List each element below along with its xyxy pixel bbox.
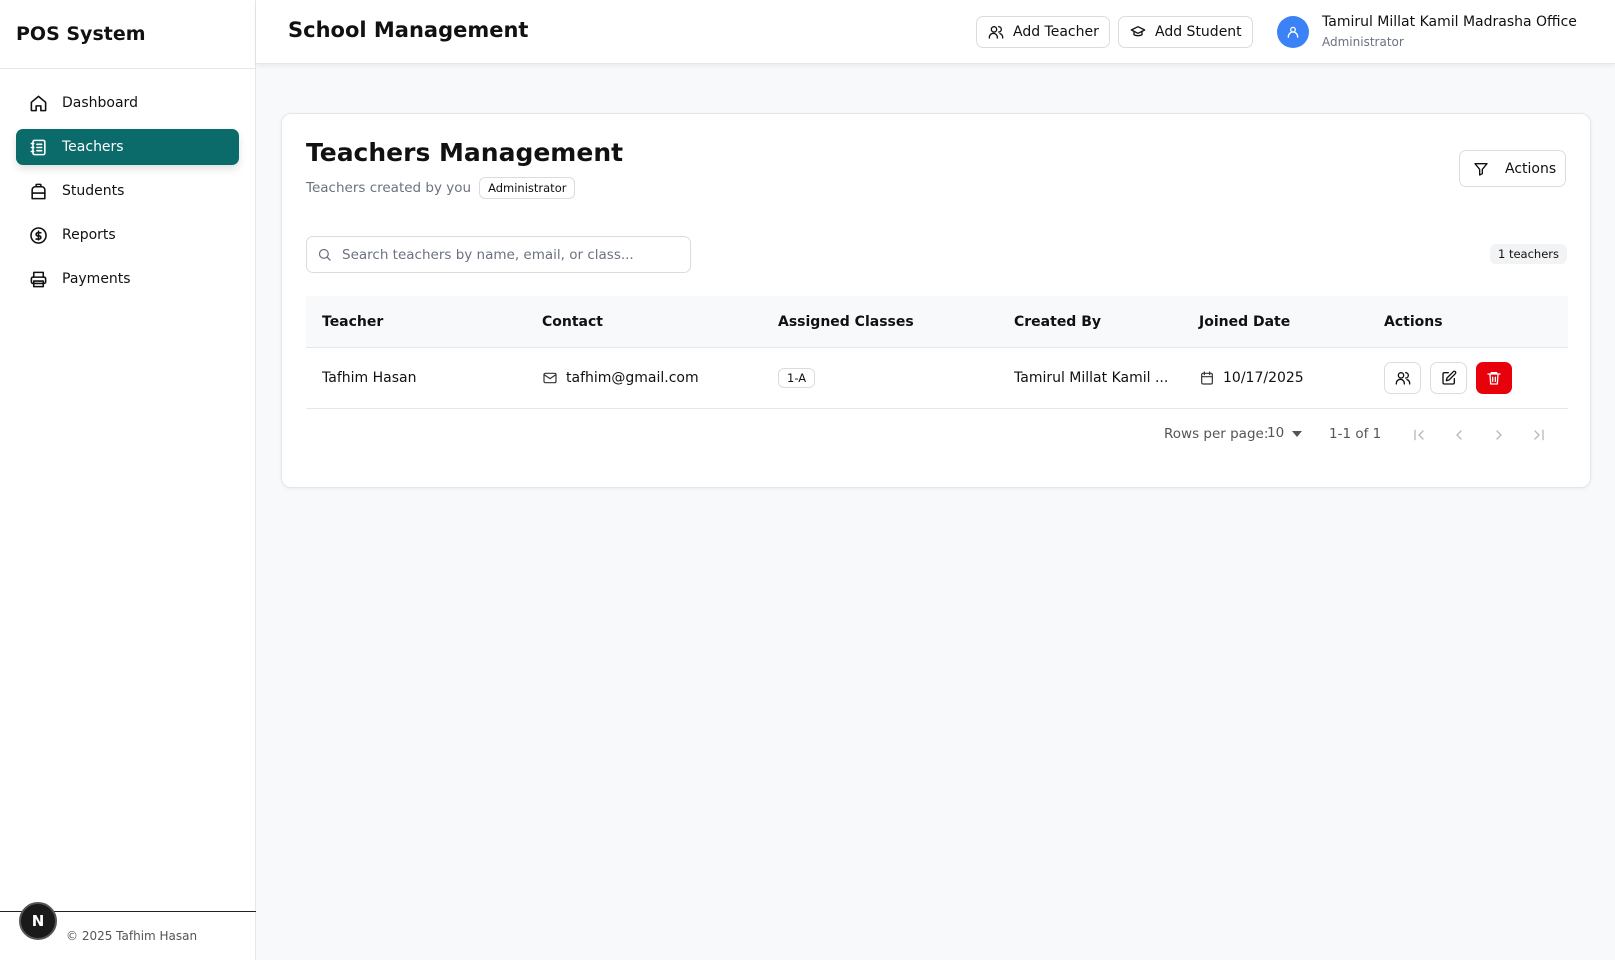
search-input[interactable] — [342, 246, 672, 263]
sidebar-item-label: Reports — [62, 227, 116, 243]
backpack-icon — [28, 181, 48, 201]
sidebar-item-dashboard[interactable]: Dashboard — [16, 85, 239, 121]
teacher-count-badge: 1 teachers — [1490, 244, 1568, 264]
last-page-icon — [1534, 429, 1544, 441]
rows-per-page-label: Rows per page: — [1164, 426, 1269, 442]
column-header[interactable]: Assigned Classes — [778, 314, 1014, 330]
card-subtitle: Teachers created by you Administrator — [306, 177, 576, 199]
pagination: Rows per page: 10 1-1 of 1 — [282, 419, 1592, 449]
table-header: Teacher Contact Assigned Classes Created… — [306, 296, 1568, 348]
card-subtitle-text: Teachers created by you — [306, 180, 472, 196]
mail-icon — [542, 370, 558, 386]
teacher-name: Tafhim Hasan — [322, 370, 417, 386]
first-page-icon — [1414, 429, 1424, 441]
sidebar-item-reports[interactable]: Reports — [16, 217, 239, 253]
chevron-left-icon — [1456, 430, 1462, 440]
user-icon — [1287, 26, 1299, 38]
column-header[interactable]: Created By — [1014, 314, 1199, 330]
contact-email: tafhim@gmail.com — [566, 370, 699, 386]
next-page-button[interactable] — [1487, 423, 1511, 447]
sidebar-nav: Dashboard Teachers Students Reports Paym… — [0, 69, 255, 297]
class-badge: 1-A — [778, 368, 816, 388]
rows-per-page-select[interactable]: 10 — [1267, 425, 1303, 441]
brand-title: POS System — [0, 0, 255, 69]
caret-down-icon — [1292, 425, 1303, 441]
rows-per-page-value: 10 — [1267, 425, 1285, 441]
printer-icon — [28, 269, 48, 289]
user-name: Tamirul Millat Kamil Madrasha Office — [1322, 14, 1577, 30]
actions-label: Actions — [1505, 160, 1557, 177]
delete-button[interactable] — [1476, 362, 1512, 394]
sidebar-item-students[interactable]: Students — [16, 173, 239, 209]
joined-date-cell: 10/17/2025 — [1199, 370, 1384, 386]
contact-cell: tafhim@gmail.com — [542, 370, 778, 386]
dollar-circle-icon — [28, 225, 48, 245]
top-header: School Management Add Teacher Add Studen… — [256, 0, 1615, 64]
avatar[interactable] — [1277, 16, 1309, 48]
actions-button[interactable]: Actions — [1459, 150, 1566, 187]
search-icon — [317, 247, 332, 262]
table-row: Tafhim Hasan tafhim@gmail.com 1-A Tamiru… — [306, 348, 1568, 409]
card-title: Teachers Management — [306, 138, 624, 167]
graduation-cap-icon — [1130, 24, 1146, 40]
search-box — [306, 236, 691, 273]
prev-page-button[interactable] — [1447, 423, 1471, 447]
joined-date: 10/17/2025 — [1223, 370, 1304, 386]
row-actions — [1384, 362, 1568, 394]
users-icon — [988, 24, 1004, 40]
notebook-icon — [28, 137, 48, 157]
users-icon — [1395, 372, 1410, 385]
home-icon — [28, 93, 48, 113]
calendar-icon — [1199, 370, 1215, 386]
first-page-button[interactable] — [1407, 423, 1431, 447]
page-title: School Management — [288, 18, 529, 42]
chevron-right-icon — [1496, 430, 1502, 440]
column-header[interactable]: Teacher — [306, 314, 542, 330]
add-teacher-label: Add Teacher — [1013, 24, 1099, 40]
edit-button[interactable] — [1430, 362, 1467, 394]
page-range: 1-1 of 1 — [1329, 426, 1382, 442]
dev-tools-badge[interactable]: N — [19, 902, 57, 940]
assigned-classes-cell: 1-A — [778, 368, 1014, 388]
sidebar: POS System Dashboard Teachers Students R… — [0, 0, 256, 960]
filter-icon — [1473, 161, 1489, 177]
teachers-table: Teacher Contact Assigned Classes Created… — [306, 296, 1568, 409]
user-role: Administrator — [1322, 35, 1404, 49]
sidebar-item-label: Payments — [62, 271, 131, 287]
edit-icon — [1441, 370, 1456, 385]
teachers-card: Teachers Management Teachers created by … — [281, 113, 1591, 488]
sidebar-item-label: Teachers — [62, 139, 124, 155]
last-page-button[interactable] — [1527, 423, 1551, 447]
sidebar-item-teachers[interactable]: Teachers — [16, 129, 239, 165]
sidebar-item-payments[interactable]: Payments — [16, 261, 239, 297]
column-header: Actions — [1384, 313, 1443, 330]
add-teacher-button[interactable]: Add Teacher — [976, 16, 1110, 48]
column-header[interactable]: Contact — [542, 314, 778, 330]
sidebar-item-label: Students — [62, 183, 125, 199]
created-by: Tamirul Millat Kamil ... — [1014, 370, 1169, 386]
role-badge: Administrator — [479, 177, 576, 199]
column-header[interactable]: Joined Date — [1199, 314, 1384, 330]
assign-classes-button[interactable] — [1384, 362, 1421, 394]
sidebar-item-label: Dashboard — [62, 95, 138, 111]
add-student-button[interactable]: Add Student — [1118, 16, 1253, 48]
trash-icon — [1487, 372, 1501, 385]
add-student-label: Add Student — [1155, 24, 1242, 40]
